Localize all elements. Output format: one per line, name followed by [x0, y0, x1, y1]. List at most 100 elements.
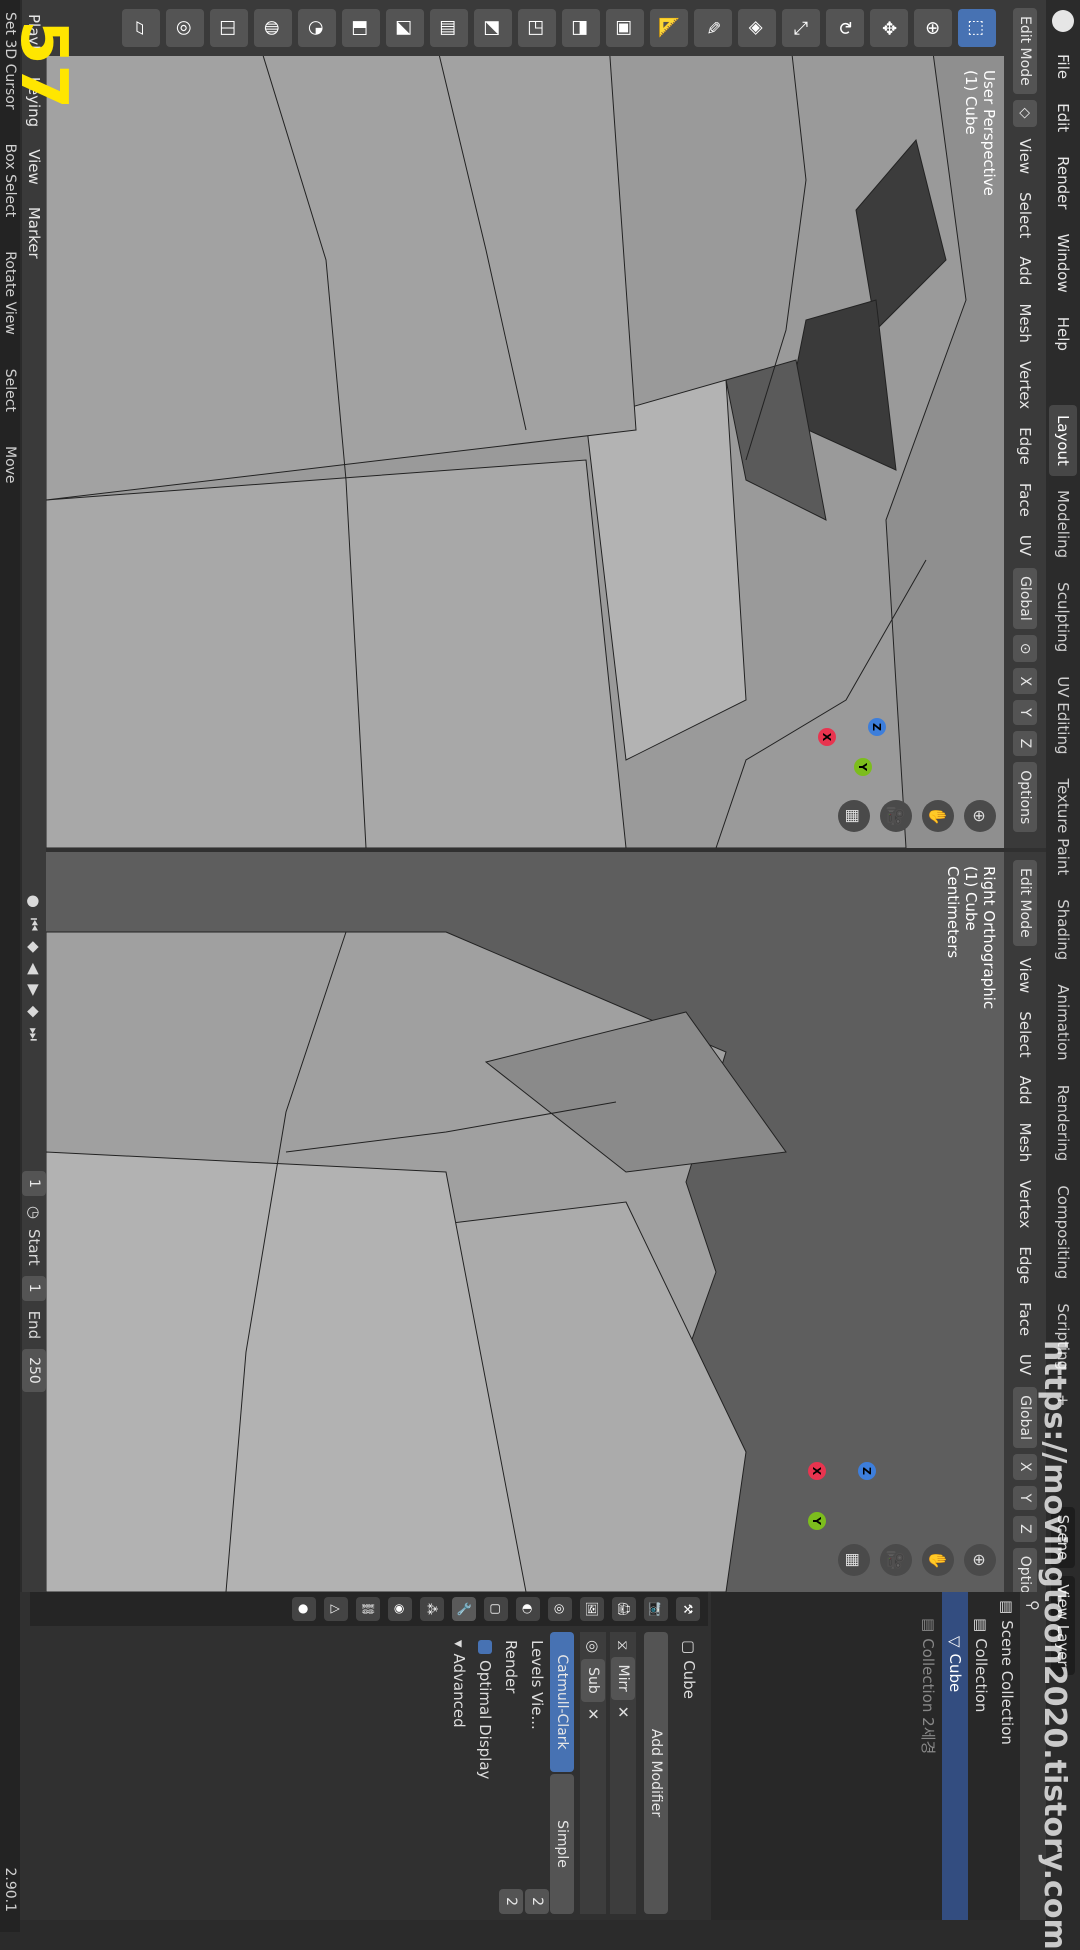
- menu-file[interactable]: File: [1054, 42, 1072, 91]
- menu-mesh[interactable]: Mesh: [1016, 1117, 1034, 1169]
- add-modifier-button[interactable]: Add Modifier: [644, 1632, 668, 1914]
- menu-mesh[interactable]: Mesh: [1016, 297, 1034, 349]
- start-frame-field[interactable]: 1: [22, 1275, 46, 1301]
- menu-uv[interactable]: UV: [1016, 1348, 1034, 1381]
- shrink-tool-icon[interactable]: ◎: [166, 9, 204, 47]
- poly-build-tool-icon[interactable]: ◧: [342, 9, 380, 47]
- pan-icon[interactable]: ✋: [922, 800, 954, 832]
- play-reverse-icon[interactable]: ◀: [25, 963, 43, 975]
- inset-tool-icon[interactable]: ◰: [518, 9, 556, 47]
- optimal-display-checkbox[interactable]: [478, 1640, 492, 1654]
- axis-y-icon[interactable]: Y: [854, 758, 872, 776]
- menu-edge[interactable]: Edge: [1016, 1240, 1034, 1290]
- cursor-tool-icon[interactable]: ⊕: [914, 9, 952, 47]
- annotate-tool-icon[interactable]: ✎: [694, 9, 732, 47]
- tab-sculpting[interactable]: Sculpting: [1049, 572, 1077, 662]
- tab-layout[interactable]: Layout: [1049, 404, 1077, 476]
- outliner-item-collection-2[interactable]: ▤ Collection 2세경: [916, 1592, 942, 1920]
- menu-add[interactable]: Add: [1016, 250, 1034, 291]
- axis-x-icon[interactable]: X: [808, 1462, 826, 1480]
- outliner-item-scene-collection[interactable]: ▤ Scene Collection: [994, 1592, 1020, 1920]
- close-icon[interactable]: ✕: [584, 1708, 602, 1721]
- menu-face[interactable]: Face: [1016, 477, 1034, 523]
- object-tab-icon[interactable]: ▢: [484, 1597, 508, 1621]
- rotate-tool-icon[interactable]: ↻: [826, 9, 864, 47]
- orientation-selector[interactable]: Global: [1013, 568, 1037, 629]
- menu-select[interactable]: Select: [1016, 186, 1034, 244]
- axis-y-toggle[interactable]: Y: [1013, 1485, 1037, 1511]
- physics-tab-icon[interactable]: ◉: [388, 1597, 412, 1621]
- select-tool-icon[interactable]: ⬚: [958, 9, 996, 47]
- axis-z-icon[interactable]: Z: [868, 718, 886, 736]
- menu-vertex[interactable]: Vertex: [1016, 1174, 1034, 1234]
- close-icon[interactable]: ✕: [614, 1706, 632, 1719]
- jump-end-icon[interactable]: ⏭: [25, 1027, 43, 1041]
- material-tab-icon[interactable]: ●: [292, 1597, 316, 1621]
- end-frame-field[interactable]: 250: [22, 1349, 46, 1392]
- modifier-name-field[interactable]: Sub: [581, 1659, 605, 1702]
- edge-slide-tool-icon[interactable]: ◫: [210, 9, 248, 47]
- orientation-selector[interactable]: Global: [1013, 1387, 1037, 1448]
- options-button[interactable]: Options: [1013, 762, 1037, 833]
- levels-viewport-field[interactable]: 2: [525, 1889, 549, 1914]
- options-button[interactable]: Optio: [1013, 1547, 1037, 1592]
- modifier-subsurf-header[interactable]: ◎ Sub ✕: [580, 1632, 606, 1914]
- tab-shading[interactable]: Shading: [1049, 889, 1077, 970]
- axis-x-toggle[interactable]: X: [1013, 1453, 1037, 1480]
- modifier-name-field[interactable]: Mirr: [611, 1656, 635, 1700]
- output-tab-icon[interactable]: 🖨: [612, 1597, 636, 1621]
- prev-keyframe-icon[interactable]: ◆: [25, 941, 43, 953]
- smooth-tool-icon[interactable]: ◍: [254, 9, 292, 47]
- optimal-display-row[interactable]: Optimal Display: [472, 1632, 498, 1914]
- modifier-tab-icon[interactable]: 🔧: [452, 1597, 476, 1621]
- shear-tool-icon[interactable]: ▱: [122, 9, 160, 47]
- axis-gizmo-left[interactable]: X Y Z: [806, 688, 906, 788]
- tab-uv-editing[interactable]: UV Editing: [1049, 666, 1077, 764]
- next-keyframe-icon[interactable]: ◆: [25, 1006, 43, 1018]
- render-levels-field[interactable]: 2: [499, 1889, 523, 1914]
- axis-z-icon[interactable]: Z: [858, 1462, 876, 1480]
- axis-x-toggle[interactable]: X: [1013, 668, 1037, 695]
- menu-face[interactable]: Face: [1016, 1296, 1034, 1342]
- menu-edge[interactable]: Edge: [1016, 421, 1034, 471]
- data-tab-icon[interactable]: △: [324, 1597, 348, 1621]
- outliner-item-cube[interactable]: ▽ Cube: [942, 1592, 968, 1920]
- jump-start-icon[interactable]: ⏮: [25, 918, 43, 932]
- menu-render[interactable]: Render: [1054, 144, 1072, 221]
- menu-select[interactable]: Select: [1016, 1005, 1034, 1063]
- pan-icon[interactable]: ✋: [922, 1544, 954, 1576]
- snap-icon[interactable]: ⊙: [1013, 634, 1037, 663]
- menu-view[interactable]: View: [25, 143, 43, 191]
- particles-tab-icon[interactable]: ⁂: [420, 1597, 444, 1621]
- vertex-select-mode-button[interactable]: ◇: [1013, 99, 1037, 127]
- scale-tool-icon[interactable]: ⤡: [782, 9, 820, 47]
- menu-window[interactable]: Window: [1054, 222, 1072, 305]
- extrude-tool-icon[interactable]: ⬒: [562, 9, 600, 47]
- record-icon[interactable]: ●: [25, 895, 43, 908]
- menu-view[interactable]: View: [1016, 952, 1034, 1000]
- measure-tool-icon[interactable]: 📐: [650, 9, 688, 47]
- menu-edit[interactable]: Edit: [1054, 91, 1072, 144]
- zoom-icon[interactable]: ⊕: [964, 1544, 996, 1576]
- menu-help[interactable]: Help: [1054, 305, 1072, 363]
- grid-icon[interactable]: ▦: [838, 800, 870, 832]
- modifier-mirror-header[interactable]: ⧖ Mirr ✕: [610, 1632, 636, 1914]
- tab-rendering[interactable]: Rendering: [1049, 1075, 1077, 1172]
- current-frame-field[interactable]: 1: [22, 1170, 46, 1196]
- blender-logo-icon[interactable]: [1052, 10, 1074, 32]
- axis-z-toggle[interactable]: Z: [1013, 730, 1037, 757]
- move-tool-icon[interactable]: ✥: [870, 9, 908, 47]
- knife-tool-icon[interactable]: ◪: [386, 9, 424, 47]
- transform-tool-icon[interactable]: ◈: [738, 9, 776, 47]
- tool-tab-icon[interactable]: ⚒: [676, 1597, 700, 1621]
- menu-add[interactable]: Add: [1016, 1070, 1034, 1111]
- tab-compositing[interactable]: Compositing: [1049, 1175, 1077, 1289]
- menu-marker[interactable]: Marker: [25, 201, 43, 265]
- menu-view[interactable]: View: [1016, 133, 1034, 181]
- camera-icon[interactable]: 🎥: [880, 1544, 912, 1576]
- scene-tab-icon[interactable]: ◎: [548, 1597, 572, 1621]
- simple-button[interactable]: Simple: [550, 1774, 574, 1914]
- mode-selector[interactable]: Edit Mode: [1013, 8, 1037, 94]
- play-icon[interactable]: ▶: [25, 984, 43, 996]
- axis-z-toggle[interactable]: Z: [1013, 1516, 1037, 1542]
